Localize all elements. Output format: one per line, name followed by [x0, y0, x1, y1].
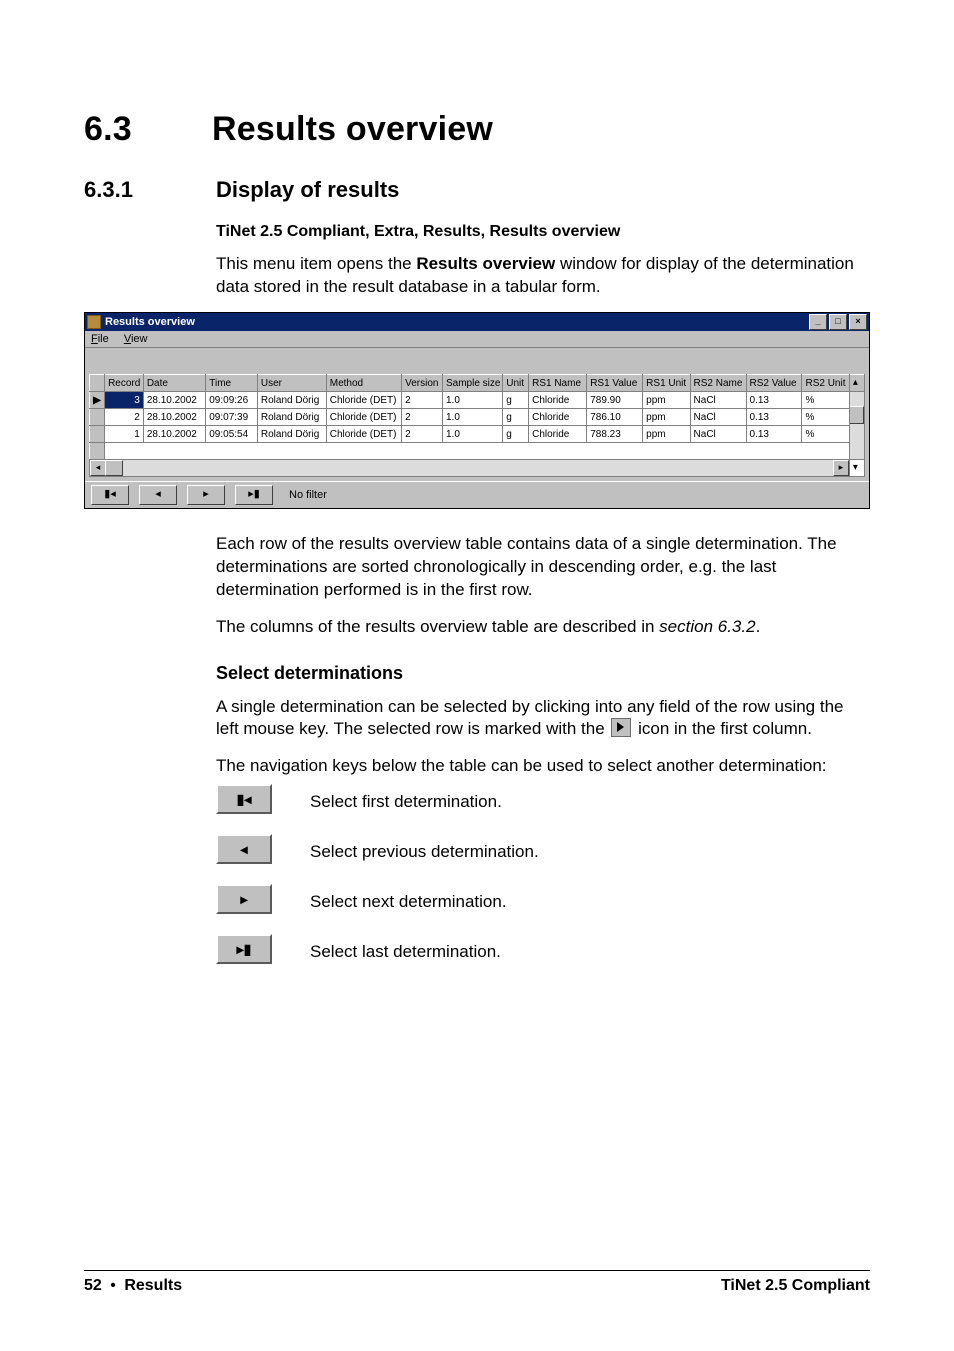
- section-heading: 6.3Results overview: [84, 110, 870, 149]
- paragraph-columns: The columns of the results overview tabl…: [216, 616, 866, 639]
- table-row[interactable]: 1 28.10.2002 09:05:54 Roland Dörig Chlor…: [90, 426, 865, 443]
- window-menubar: File View: [85, 331, 869, 348]
- menu-path: TiNet 2.5 Compliant, Extra, Results, Res…: [216, 221, 866, 243]
- table-empty-space: [90, 443, 865, 460]
- col-rs1-name[interactable]: RS1 Name: [529, 375, 587, 392]
- table-header-row: Record Date Time User Method Version Sam…: [90, 375, 865, 392]
- col-record[interactable]: Record: [105, 375, 144, 392]
- results-table: Record Date Time User Method Version Sam…: [89, 374, 865, 477]
- footer-left: 52 • Results: [84, 1277, 182, 1295]
- table-row[interactable]: ▶ 3 28.10.2002 09:09:26 Roland Dörig Chl…: [90, 392, 865, 409]
- window-titlebar: Results overview _ □ ×: [85, 313, 869, 331]
- window-app-icon: [87, 315, 101, 329]
- window-title: Results overview: [105, 316, 195, 328]
- col-time[interactable]: Time: [206, 375, 258, 392]
- nav-next-button[interactable]: ▸: [187, 485, 225, 505]
- nav-last-icon: ▸▮: [216, 934, 272, 964]
- col-rs2-value[interactable]: RS2 Value: [746, 375, 802, 392]
- subsection-heading: 6.3.1Display of results: [84, 177, 870, 203]
- paragraph-rows: Each row of the results overview table c…: [216, 533, 866, 602]
- nav-prev-button[interactable]: ◂: [139, 485, 177, 505]
- intro-paragraph: This menu item opens the Results overvie…: [216, 253, 866, 299]
- select-determinations-heading: Select determinations: [216, 661, 866, 685]
- row-selector-inline-icon: [611, 718, 631, 737]
- nav-next-icon: ▸: [216, 884, 272, 914]
- filter-label: No filter: [289, 489, 327, 501]
- col-rs2-unit[interactable]: RS2 Unit: [802, 375, 849, 392]
- maximize-button[interactable]: □: [829, 314, 847, 330]
- table-row[interactable]: 2 28.10.2002 09:07:39 Roland Dörig Chlor…: [90, 409, 865, 426]
- col-version[interactable]: Version: [402, 375, 443, 392]
- paragraph-select: A single determination can be selected b…: [216, 696, 866, 742]
- footer-section: Results: [124, 1277, 182, 1294]
- col-sample-size[interactable]: Sample size: [443, 375, 503, 392]
- nav-key-list: ▮◂ Select first determination. ◂ Select …: [216, 784, 866, 964]
- nav-prev-desc: Select previous determination.: [310, 835, 539, 864]
- col-rs1-unit[interactable]: RS1 Unit: [643, 375, 690, 392]
- footer-right: TiNet 2.5 Compliant: [721, 1277, 870, 1295]
- hscroll-right[interactable]: ▸: [833, 460, 849, 476]
- nav-prev-icon: ◂: [216, 834, 272, 864]
- menu-view[interactable]: View: [124, 333, 148, 345]
- window-navbar: ▮◂ ◂ ▸ ▸▮ No filter: [85, 481, 869, 508]
- minimize-button[interactable]: _: [809, 314, 827, 330]
- close-button[interactable]: ×: [849, 314, 867, 330]
- col-rs1-value[interactable]: RS1 Value: [587, 375, 643, 392]
- nav-first-button[interactable]: ▮◂: [91, 485, 129, 505]
- col-date[interactable]: Date: [143, 375, 205, 392]
- section-number: 6.3: [84, 110, 212, 149]
- subsection-number: 6.3.1: [84, 177, 216, 203]
- vscroll-thumb[interactable]: [849, 406, 864, 424]
- section-title: Results overview: [212, 110, 493, 148]
- vscroll-track[interactable]: [849, 392, 864, 460]
- hscroll-thumb[interactable]: [105, 460, 123, 476]
- nav-next-desc: Select next determination.: [310, 885, 507, 914]
- vscroll-down[interactable]: ▾: [849, 460, 864, 477]
- page-footer: 52 • Results TiNet 2.5 Compliant: [84, 1270, 870, 1295]
- col-unit[interactable]: Unit: [503, 375, 529, 392]
- nav-first-desc: Select first determination.: [310, 785, 502, 814]
- nav-first-icon: ▮◂: [216, 784, 272, 814]
- hscroll-left[interactable]: ◂: [90, 460, 106, 476]
- vscroll-up[interactable]: ▴: [849, 375, 864, 392]
- menu-file[interactable]: File: [91, 333, 109, 345]
- footer-bullet: •: [110, 1277, 116, 1294]
- subsection-title: Display of results: [216, 177, 399, 202]
- col-method[interactable]: Method: [326, 375, 401, 392]
- row-selector[interactable]: [90, 426, 105, 443]
- row-selector-icon[interactable]: ▶: [90, 392, 105, 409]
- col-rs2-name[interactable]: RS2 Name: [690, 375, 746, 392]
- results-overview-window: Results overview _ □ × File View Record: [84, 312, 870, 509]
- row-selector-header: [90, 375, 105, 392]
- col-user[interactable]: User: [257, 375, 326, 392]
- row-selector[interactable]: [90, 409, 105, 426]
- page-number: 52: [84, 1277, 102, 1294]
- nav-last-desc: Select last determination.: [310, 935, 501, 964]
- paragraph-navkeys: The navigation keys below the table can …: [216, 755, 866, 778]
- nav-last-button[interactable]: ▸▮: [235, 485, 273, 505]
